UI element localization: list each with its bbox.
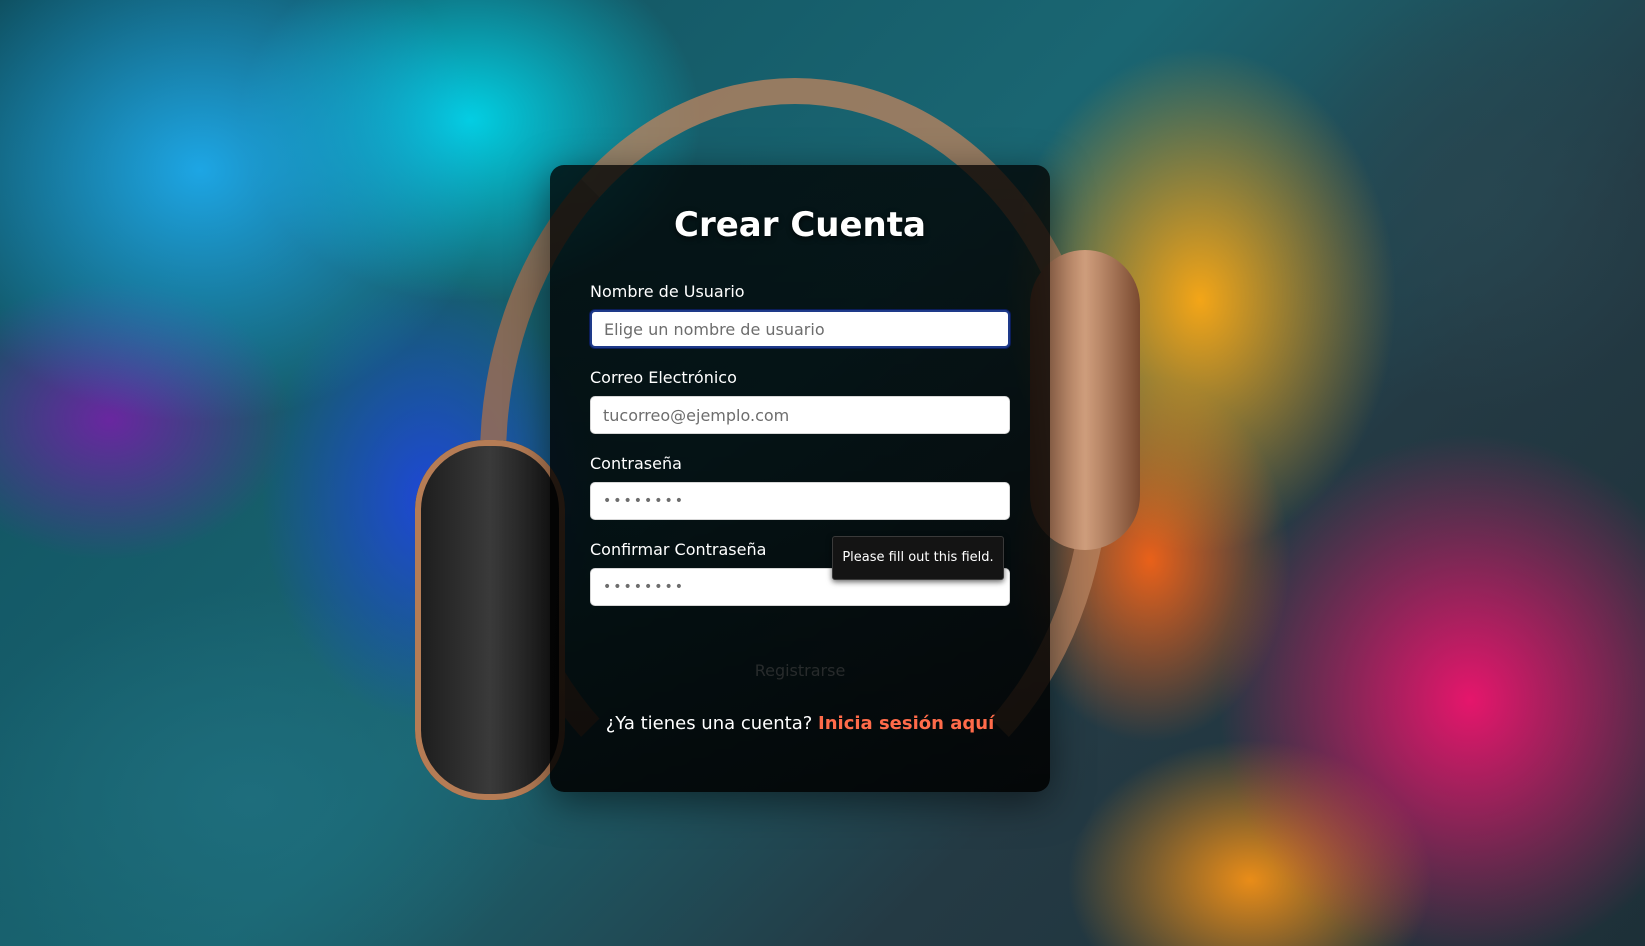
- headphone-earcup-left-graphic: [415, 440, 565, 800]
- page-title: Crear Cuenta: [674, 205, 926, 245]
- password-input[interactable]: [590, 482, 1010, 520]
- email-input[interactable]: [590, 396, 1010, 434]
- register-card: Crear Cuenta Nombre de Usuario Correo El…: [550, 165, 1050, 792]
- username-label: Nombre de Usuario: [590, 282, 745, 301]
- login-prompt-line: ¿Ya tienes una cuenta? Inicia sesión aqu…: [550, 713, 1050, 734]
- validation-tooltip: Please fill out this field.: [832, 536, 1004, 580]
- username-input[interactable]: [590, 310, 1010, 348]
- confirm-password-label: Confirmar Contraseña: [590, 540, 767, 559]
- password-label: Contraseña: [590, 454, 682, 473]
- login-link[interactable]: Inicia sesión aquí: [818, 713, 994, 734]
- login-prompt-text: ¿Ya tienes una cuenta?: [605, 713, 813, 734]
- register-button[interactable]: Registrarse: [590, 650, 1010, 690]
- email-label: Correo Electrónico: [590, 368, 737, 387]
